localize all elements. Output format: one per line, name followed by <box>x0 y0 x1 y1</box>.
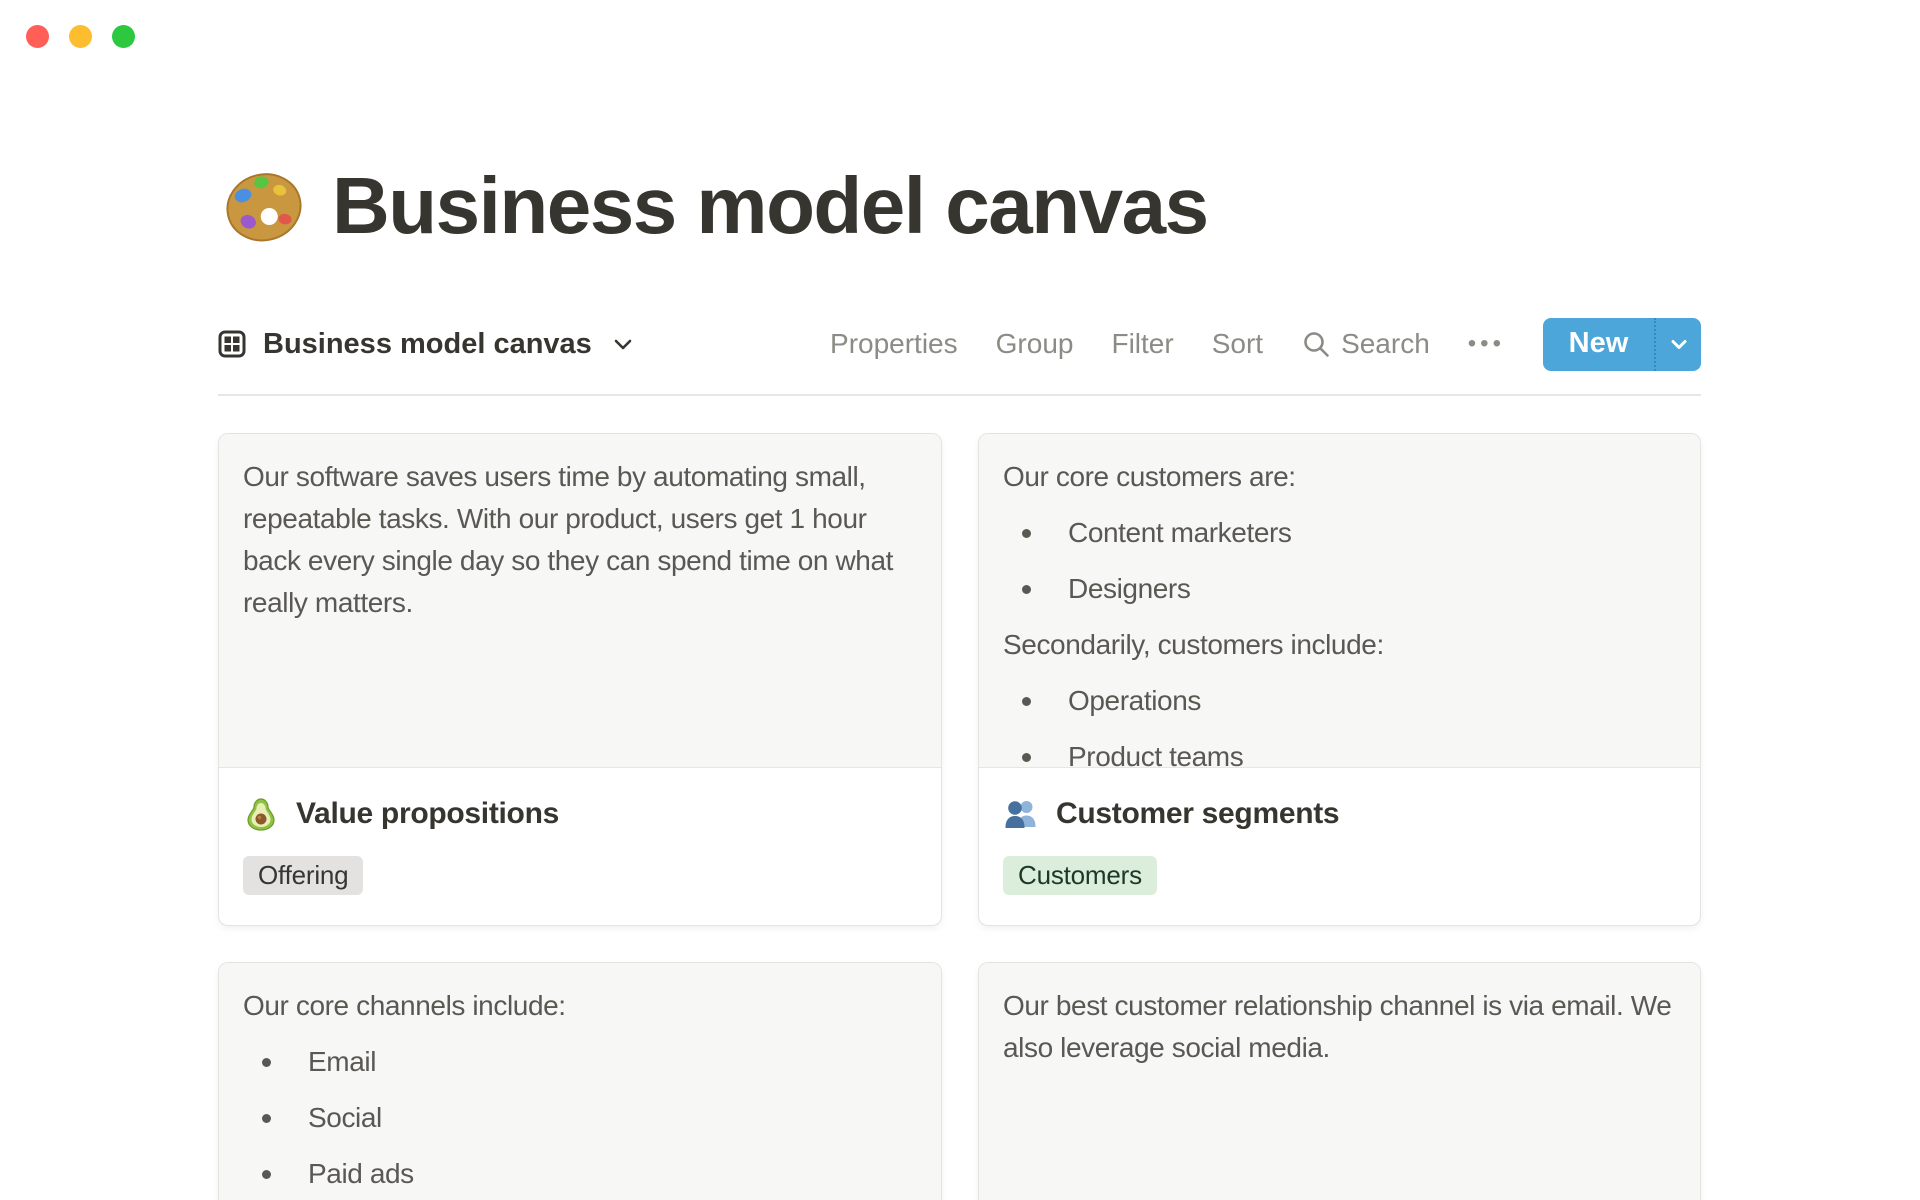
paragraph-text: Our core customers are: <box>1003 461 1296 492</box>
card-preview: Our core customers are: Content marketers… <box>979 434 1700 768</box>
view-name: Business model canvas <box>263 327 592 360</box>
page-title-row: Business model canvas <box>222 160 1209 252</box>
more-options-button[interactable]: ••• <box>1468 330 1505 358</box>
card-channels[interactable]: Our core channels include: Email Social Pai… <box>218 962 942 1200</box>
chevron-down-icon <box>1671 340 1686 349</box>
bullet-list-item: Operations <box>1003 680 1686 722</box>
card-preview: Our core channels include: Email Social Pai… <box>219 963 941 1200</box>
table-view-icon <box>218 330 246 358</box>
paragraph-text: Our core channels include: <box>243 990 566 1021</box>
filter-button[interactable]: Filter <box>1111 328 1173 360</box>
new-button[interactable]: New <box>1543 318 1654 371</box>
card-title-row: Value propositions <box>243 796 917 832</box>
card-customer-relationships[interactable]: Our best customer relationship channel i… <box>978 962 1701 1200</box>
close-window-button[interactable] <box>26 25 49 48</box>
card-preview: Our best customer relationship channel i… <box>979 963 1700 1200</box>
properties-button[interactable]: Properties <box>830 328 958 360</box>
search-button[interactable]: Search <box>1301 328 1430 360</box>
view-toolbar: Business model canvas Properties Group F… <box>218 316 1701 372</box>
bullet-list-item: Designers <box>1003 568 1686 610</box>
search-label: Search <box>1341 328 1430 359</box>
page-title: Business model canvas <box>332 161 1209 250</box>
paragraph-text: Our best customer relationship channel i… <box>1003 990 1672 1063</box>
card-customer-segments[interactable]: Our core customers are: Content marketers… <box>978 433 1701 926</box>
card-title-row: Customer segments <box>1003 796 1676 832</box>
palette-icon <box>226 173 302 242</box>
bullet-list-item: Content marketers <box>1003 512 1686 554</box>
card-value-propositions[interactable]: Our software saves users time by automat… <box>218 433 942 926</box>
card-title: Value propositions <box>296 797 559 830</box>
bullet-list-item: Product teams <box>1003 736 1686 767</box>
window-controls <box>26 25 135 48</box>
card-preview: Our software saves users time by automat… <box>219 434 941 768</box>
card-footer: Customer segments Customers <box>979 768 1700 895</box>
group-button[interactable]: Group <box>996 328 1074 360</box>
minimize-window-button[interactable] <box>69 25 92 48</box>
bullet-list-item: Social <box>243 1097 927 1139</box>
bullet-list-item: Paid ads <box>243 1153 927 1195</box>
toolbar: Properties Group Filter Sort Search ••• … <box>830 317 1701 371</box>
paragraph-text: Secondarily, customers include: <box>1003 629 1384 660</box>
tag-customers[interactable]: Customers <box>1003 856 1157 895</box>
paragraph-text: Our software saves users time by automat… <box>243 461 894 618</box>
new-dropdown-button[interactable] <box>1654 317 1701 371</box>
sort-button[interactable]: Sort <box>1212 328 1263 360</box>
card-title: Customer segments <box>1056 797 1340 830</box>
gallery-view: Our software saves users time by automat… <box>218 433 1701 1200</box>
view-selector[interactable]: Business model canvas <box>218 328 635 361</box>
tag-offering[interactable]: Offering <box>243 856 364 895</box>
chevron-down-icon <box>614 339 632 350</box>
bullet-list-item: Email <box>243 1041 927 1083</box>
zoom-window-button[interactable] <box>112 25 135 48</box>
card-footer: Value propositions Offering <box>219 768 941 895</box>
busts-in-silhouette-icon <box>1005 801 1036 828</box>
avocado-icon <box>247 798 275 831</box>
toolbar-divider <box>218 394 1701 396</box>
search-icon <box>1304 331 1329 357</box>
new-button-group: New <box>1543 317 1701 371</box>
